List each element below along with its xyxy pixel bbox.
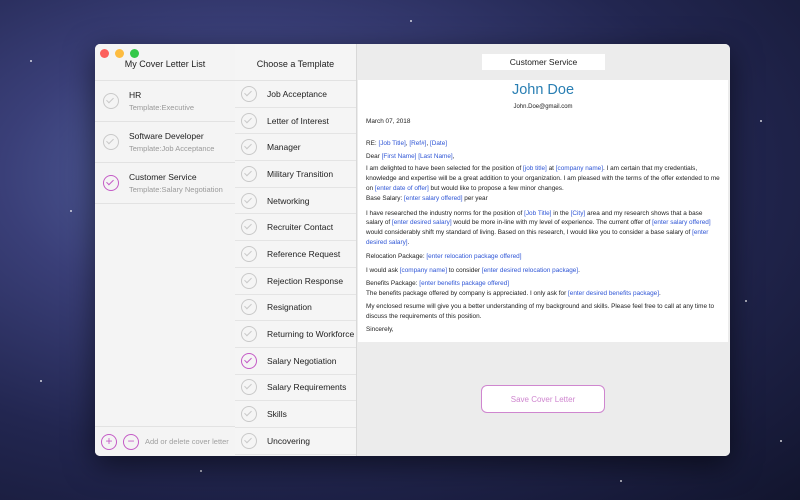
template-label: Letter of Interest bbox=[267, 115, 329, 126]
cover-letter-list-footer: + − Add or delete cover letter bbox=[95, 426, 235, 456]
cover-letter-item[interactable]: Customer Service Template:Salary Negotiat… bbox=[95, 162, 235, 204]
cover-letter-template: Template:Executive bbox=[129, 103, 195, 112]
benefits-line: Benefits Package: [enter benefits packag… bbox=[366, 280, 510, 288]
paragraph-3: I would ask [company name] to consider [… bbox=[366, 266, 580, 274]
checkmark-circle-icon bbox=[241, 139, 257, 156]
cover-letter-item[interactable]: Software Developer Template:Job Acceptanc… bbox=[95, 121, 235, 162]
template-label: Resignation bbox=[267, 302, 312, 313]
template-label: Recruiter Contact bbox=[267, 222, 334, 233]
base-salary-line: Base Salary: [enter salary offered] per … bbox=[366, 194, 488, 202]
template-label: Rejection Response bbox=[267, 275, 344, 286]
checkmark-circle-icon bbox=[103, 93, 119, 109]
cover-letter-text: HR Template:Executive bbox=[129, 90, 194, 112]
checkmark-circle-icon bbox=[241, 219, 257, 236]
checkmark-circle-icon bbox=[103, 175, 119, 191]
template-item[interactable]: Uncovering bbox=[235, 428, 356, 455]
window-controls bbox=[100, 49, 139, 58]
letter-date: March 07, 2018 bbox=[366, 118, 411, 125]
paragraph-4: The benefits package offered by company … bbox=[366, 290, 661, 298]
template-label: Salary Requirements bbox=[267, 382, 347, 393]
template-label: Skills bbox=[267, 409, 287, 420]
document-panel: Customer Service John Doe John.Doe@gmail… bbox=[357, 44, 730, 456]
template-item[interactable]: Military Transition bbox=[235, 161, 356, 188]
plus-circle-icon[interactable]: + bbox=[101, 433, 117, 450]
template-label: Networking bbox=[267, 195, 310, 206]
checkmark-circle-icon bbox=[103, 134, 119, 150]
paragraph-5: My enclosed resume will give you a bette… bbox=[366, 302, 715, 320]
checkmark-circle-icon bbox=[241, 85, 257, 102]
template-label: Salary Negotiation bbox=[267, 355, 337, 366]
paragraph-2: I have researched the industry norms for… bbox=[366, 209, 711, 246]
template-item[interactable]: Resignation bbox=[235, 295, 356, 322]
cover-letter-item[interactable]: HR Template:Executive bbox=[95, 80, 235, 121]
app-window: My Cover Letter List HR Template:Executiv… bbox=[95, 44, 730, 456]
template-item[interactable]: Letter of Interest bbox=[235, 108, 356, 135]
checkmark-circle-icon bbox=[241, 406, 257, 423]
checkmark-circle-icon bbox=[241, 192, 257, 209]
document-header: Customer Service bbox=[357, 44, 730, 80]
zoom-window-button[interactable] bbox=[130, 49, 139, 58]
cover-letter-template: Template:Salary Negotiation bbox=[129, 185, 223, 194]
paragraph-1: I am delighted to have been selected for… bbox=[366, 165, 720, 192]
checkmark-circle-icon bbox=[241, 112, 257, 129]
template-item[interactable]: Salary Negotiation bbox=[235, 348, 356, 375]
template-label: Uncovering bbox=[267, 435, 310, 446]
checkmark-circle-icon bbox=[241, 379, 257, 396]
template-item[interactable]: Job Acceptance bbox=[235, 81, 356, 108]
checkmark-circle-icon bbox=[241, 299, 257, 316]
checkmark-circle-icon bbox=[241, 165, 257, 182]
cover-letter-text: Customer Service Template:Salary Negotiat… bbox=[129, 172, 223, 194]
template-list-title: Choose a Template bbox=[235, 44, 356, 81]
template-label: Job Acceptance bbox=[267, 88, 328, 99]
checkmark-circle-icon bbox=[241, 245, 257, 262]
letter-preview[interactable]: John Doe John.Doe@gmail.com March 07, 20… bbox=[358, 80, 728, 342]
checkmark-circle-icon bbox=[241, 352, 257, 369]
template-label: Returning to Workforce bbox=[267, 329, 355, 340]
re-line: RE: [Job Title], [Ref#], [Date] bbox=[366, 139, 448, 147]
salutation: Dear [First Name] [Last Name], bbox=[366, 152, 455, 160]
template-item[interactable]: Rejection Response bbox=[235, 268, 356, 295]
checkmark-circle-icon bbox=[241, 272, 257, 289]
applicant-email: John.Doe@gmail.com bbox=[513, 104, 573, 110]
cover-letter-name: HR bbox=[129, 90, 142, 100]
applicant-name: John Doe bbox=[511, 82, 575, 98]
close-window-button[interactable] bbox=[100, 49, 109, 58]
template-item[interactable]: Reference Request bbox=[235, 241, 356, 268]
minimize-window-button[interactable] bbox=[115, 49, 124, 58]
document-title: Customer Service bbox=[481, 54, 606, 70]
cover-letter-list-panel: My Cover Letter List HR Template:Executiv… bbox=[95, 44, 236, 456]
closing: Sincerely, bbox=[366, 325, 394, 333]
template-list-panel: Choose a Template Job Acceptance Letter o… bbox=[235, 44, 357, 456]
template-label: Military Transition bbox=[267, 168, 334, 179]
cover-letter-name: Software Developer bbox=[129, 131, 204, 141]
cover-letter-name: Customer Service bbox=[129, 172, 197, 182]
minus-circle-icon[interactable]: − bbox=[123, 433, 139, 450]
template-item[interactable]: Networking bbox=[235, 188, 356, 215]
footer-hint: Add or delete cover letter bbox=[145, 437, 229, 446]
template-item[interactable]: Returning to Workforce bbox=[235, 321, 356, 348]
cover-letter-template: Template:Job Acceptance bbox=[129, 144, 215, 153]
template-label: Manager bbox=[267, 142, 301, 153]
relocation-line: Relocation Package: [enter relocation pa… bbox=[366, 252, 522, 260]
template-item[interactable]: Recruiter Contact bbox=[235, 214, 356, 242]
template-label: Reference Request bbox=[267, 248, 341, 259]
checkmark-circle-icon bbox=[241, 432, 257, 449]
save-cover-letter-button[interactable]: Save Cover Letter bbox=[481, 385, 605, 413]
template-item[interactable]: Salary Requirements bbox=[235, 375, 356, 402]
template-item[interactable]: Manager bbox=[235, 134, 356, 162]
template-item[interactable]: Skills bbox=[235, 401, 356, 428]
cover-letter-text: Software Developer Template:Job Acceptanc… bbox=[129, 131, 214, 153]
checkmark-circle-icon bbox=[241, 326, 257, 343]
